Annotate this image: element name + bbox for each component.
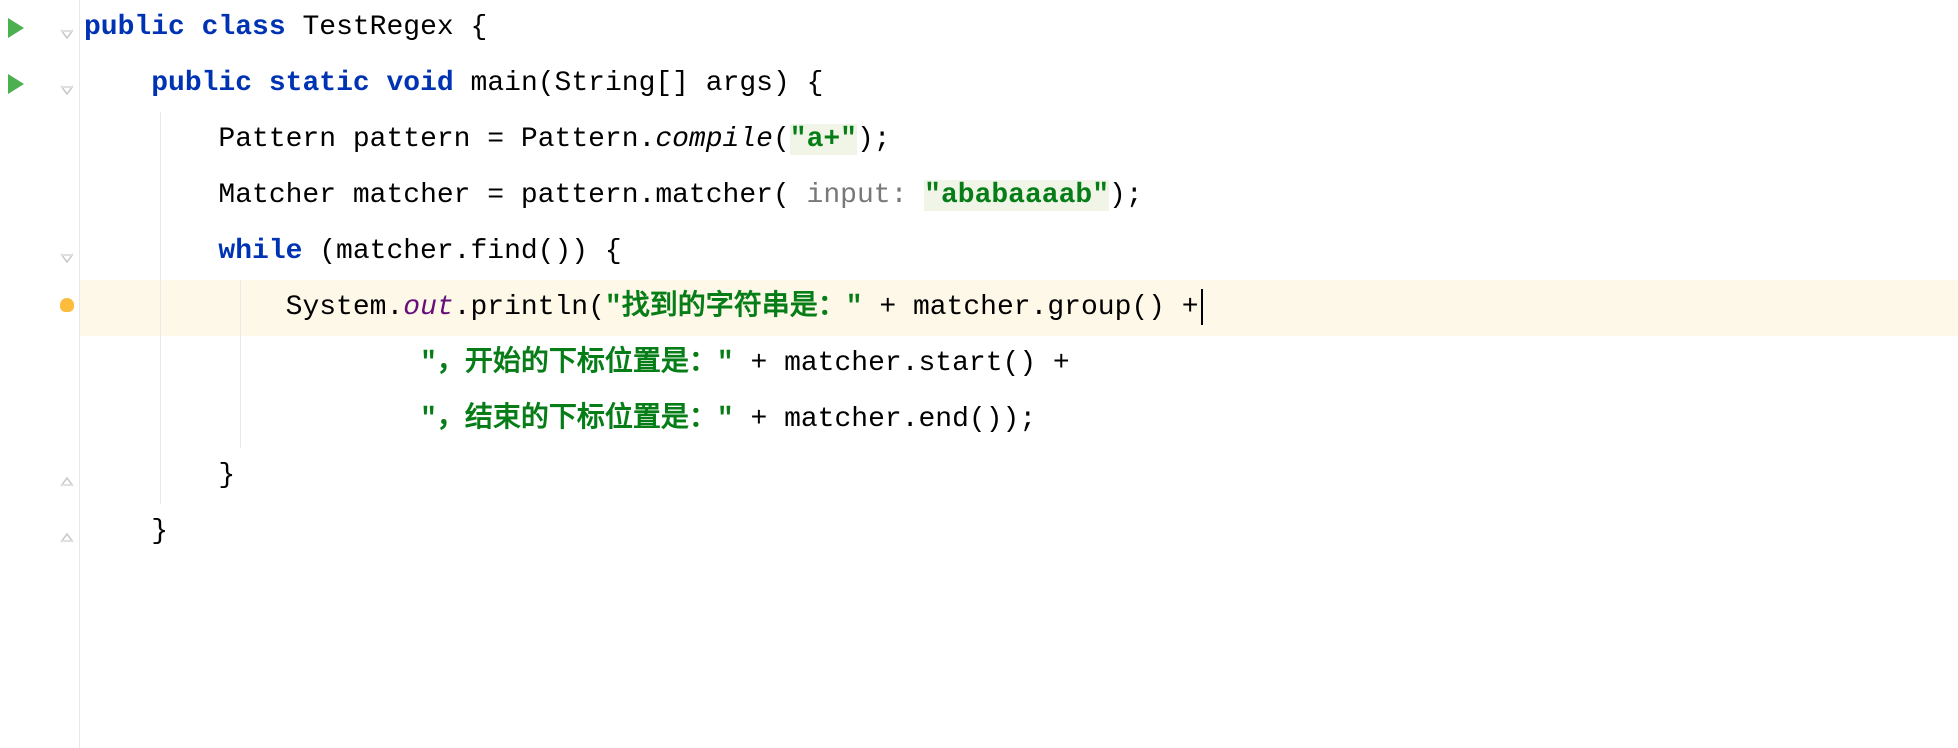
fold-handle-class[interactable]	[59, 20, 75, 36]
keyword: class	[202, 12, 286, 43]
string-literal: "，开始的下标位置是："	[420, 348, 734, 379]
code-line[interactable]: "，开始的下标位置是：" + matcher.start() +	[80, 336, 1958, 392]
code-line[interactable]: while (matcher.find()) {	[80, 224, 1958, 280]
brace: {	[807, 68, 824, 99]
editor-gutter[interactable]	[0, 0, 80, 748]
type: Pattern.	[521, 124, 655, 155]
class-name: TestRegex	[302, 12, 453, 43]
brace: }	[218, 460, 235, 491]
code-line[interactable]: public static void main(String[] args) {	[80, 56, 1958, 112]
code-line[interactable]: Matcher matcher = pattern.matcher( input…	[80, 168, 1958, 224]
fold-handle-close[interactable]	[59, 524, 75, 540]
type: Pattern	[218, 124, 336, 155]
text-cursor	[1201, 289, 1203, 325]
fold-handle-method[interactable]	[59, 76, 75, 92]
keyword: void	[387, 68, 454, 99]
brace: {	[471, 12, 488, 43]
parameter-hint: input:	[790, 180, 924, 211]
code-line-active[interactable]: System.out.println("找到的字符串是：" + matcher.…	[80, 280, 1958, 336]
variable: pattern	[353, 124, 471, 155]
string-literal: "ababaaaab"	[924, 180, 1109, 211]
brace: }	[151, 516, 168, 547]
code-line[interactable]: public class TestRegex {	[80, 0, 1958, 56]
code-line[interactable]: "，结束的下标位置是：" + matcher.end());	[80, 392, 1958, 448]
keyword: static	[269, 68, 370, 99]
bulb-icon[interactable]	[60, 298, 74, 312]
code-line[interactable]: Pattern pattern = Pattern.compile("a+");	[80, 112, 1958, 168]
keyword: public	[151, 68, 252, 99]
run-icon[interactable]	[8, 74, 24, 94]
type: Matcher	[218, 180, 336, 211]
fold-handle-close[interactable]	[59, 468, 75, 484]
string-literal: "，结束的下标位置是："	[420, 404, 734, 435]
code-editor[interactable]: public class TestRegex { public static v…	[80, 0, 1958, 748]
static-method: compile	[655, 124, 773, 155]
code-line[interactable]: }	[80, 448, 1958, 504]
string-literal: "找到的字符串是："	[605, 292, 863, 323]
params: (String[] args)	[538, 68, 790, 99]
run-icon[interactable]	[8, 18, 24, 38]
string-literal: "a+"	[790, 124, 857, 155]
fold-handle-while[interactable]	[59, 244, 75, 260]
variable: matcher	[353, 180, 471, 211]
static-field: out	[403, 292, 453, 323]
method-name: main	[471, 68, 538, 99]
keyword: while	[218, 236, 302, 267]
keyword: public	[84, 12, 185, 43]
code-line[interactable]: }	[80, 504, 1958, 560]
